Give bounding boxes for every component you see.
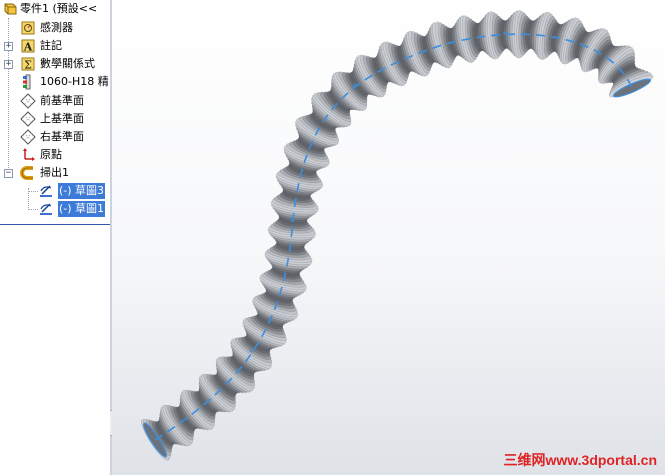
tree-item-label: (-) 草圖3	[58, 183, 106, 199]
sketch-icon	[40, 185, 52, 197]
expand-icon[interactable]: +	[4, 42, 13, 51]
sketch-point-marker: *	[249, 349, 254, 359]
svg-text:A: A	[23, 41, 33, 54]
sketch-icon	[40, 203, 52, 215]
plane-icon	[20, 129, 36, 145]
material-icon	[23, 74, 31, 90]
plane-icon	[20, 111, 36, 127]
expand-icon[interactable]: +	[4, 60, 13, 69]
tree-item-label: 零件1 (預設<<	[20, 2, 98, 15]
sketch-point-marker: *	[502, 31, 507, 41]
graphics-viewport[interactable]: * * * *	[112, 0, 665, 475]
tree-panel-divider	[0, 224, 110, 225]
tree-item-label: 前基準面	[40, 94, 84, 107]
annotation-icon: A	[21, 39, 35, 54]
sketch-point-marker: *	[353, 83, 358, 93]
tree-item-label: 上基準面	[40, 112, 84, 125]
sketch-point-marker: *	[290, 218, 295, 228]
tree-item-label: 右基準面	[40, 130, 84, 143]
sensor-icon	[21, 21, 35, 35]
tree-item-label: 掃出1	[40, 166, 69, 179]
tree-item-label: 1060-H18 精	[40, 75, 109, 88]
tree-connector	[28, 209, 38, 210]
plane-icon	[20, 93, 36, 109]
part-icon	[4, 3, 17, 15]
tree-item-label: 數學關係式	[40, 57, 95, 70]
collapse-icon[interactable]: −	[4, 169, 13, 178]
tree-item-label: 感測器	[40, 21, 73, 34]
feature-tree-panel: 零件1 (預設<< 感測器 + A 註記 + Σ 數學關係式 1060-H18 …	[0, 0, 110, 475]
tree-item-label: (-) 草圖1	[58, 201, 106, 217]
tree-item-label: 原點	[40, 148, 62, 161]
site-watermark: 三维网www.3dportal.cn	[503, 452, 658, 468]
tree-connector	[28, 191, 38, 192]
tree-item-label: 註記	[40, 39, 62, 52]
origin-icon	[23, 148, 35, 161]
sweep-icon	[20, 166, 33, 180]
equation-icon: Σ	[21, 57, 35, 72]
svg-text:Σ: Σ	[24, 59, 32, 72]
